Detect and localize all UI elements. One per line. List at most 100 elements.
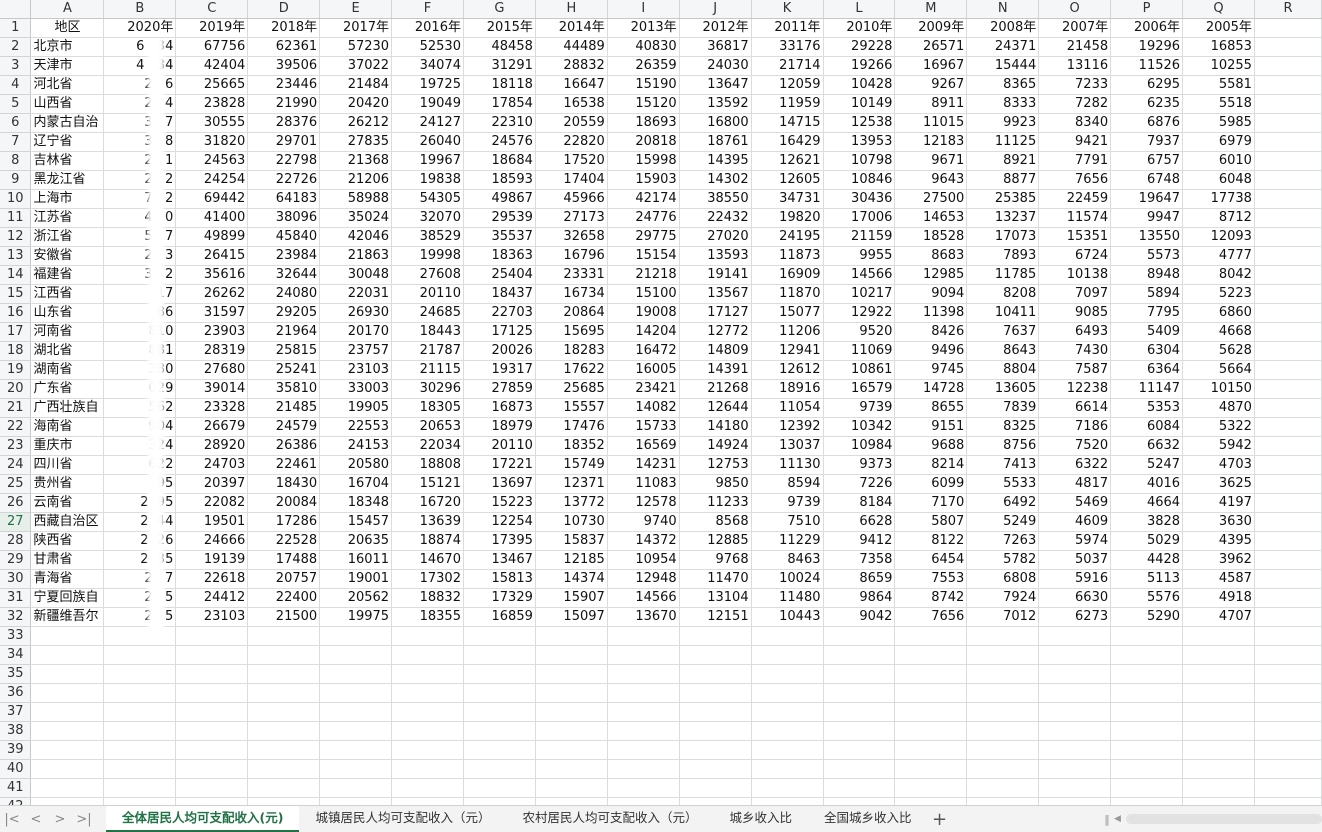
row-header[interactable]: 16 <box>0 303 32 323</box>
data-cell[interactable]: 4428 <box>1110 550 1184 570</box>
data-cell[interactable] <box>247 778 321 798</box>
data-cell[interactable]: 12885 <box>679 531 752 551</box>
data-cell[interactable] <box>1182 797 1255 805</box>
data-cell[interactable]: 22400 <box>247 588 321 608</box>
data-cell[interactable] <box>1254 740 1322 760</box>
data-cell[interactable]: 16579 <box>823 379 896 399</box>
data-cell[interactable] <box>679 759 752 779</box>
data-cell[interactable]: 23103 <box>319 360 393 380</box>
data-cell[interactable]: 6235 <box>1110 94 1184 114</box>
data-cell[interactable]: 5469 <box>1038 493 1112 513</box>
column-header-a[interactable]: A <box>30 0 105 19</box>
region-cell[interactable] <box>30 740 105 760</box>
data-cell[interactable]: 21964 <box>247 322 321 342</box>
data-cell[interactable]: 2006年 <box>1110 18 1184 38</box>
data-cell[interactable] <box>679 664 752 684</box>
data-cell[interactable]: 11480 <box>751 588 824 608</box>
data-cell[interactable]: 19820 <box>751 208 824 228</box>
data-cell[interactable]: 6979 <box>1182 132 1255 152</box>
data-cell[interactable] <box>1254 37 1322 57</box>
region-cell[interactable]: 天津市 <box>30 56 105 76</box>
data-cell[interactable]: 8655 <box>894 398 968 418</box>
data-cell[interactable]: 8643 <box>966 341 1040 361</box>
data-cell[interactable]: 17854 <box>463 94 536 114</box>
data-cell[interactable]: 22031 <box>319 284 393 304</box>
data-cell[interactable]: 16647 <box>535 75 608 95</box>
data-cell[interactable]: 13647 <box>679 75 752 95</box>
data-cell[interactable] <box>1038 797 1112 805</box>
data-cell[interactable]: 10255 <box>1182 56 1255 76</box>
data-cell[interactable]: 7795 <box>1110 303 1184 323</box>
data-cell[interactable]: 23103 <box>175 607 249 627</box>
row-header[interactable]: 4 <box>0 75 32 95</box>
data-cell[interactable] <box>319 740 393 760</box>
data-cell[interactable]: 20864 <box>535 303 608 323</box>
data-cell[interactable] <box>1110 759 1184 779</box>
data-cell[interactable]: 9955 <box>823 246 896 266</box>
data-cell[interactable]: 14391 <box>679 360 752 380</box>
data-cell[interactable]: 21368 <box>319 151 393 171</box>
row-header[interactable]: 12 <box>0 227 32 247</box>
data-cell[interactable]: 18593 <box>463 170 536 190</box>
data-cell[interactable]: 7839 <box>966 398 1040 418</box>
data-cell[interactable]: 5985 <box>1182 113 1255 133</box>
data-cell[interactable]: 30048 <box>319 265 393 285</box>
data-cell[interactable]: 15121 <box>391 474 464 494</box>
data-cell[interactable] <box>247 759 321 779</box>
data-cell[interactable]: 19139 <box>175 550 249 570</box>
data-cell[interactable] <box>1110 721 1184 741</box>
data-cell[interactable]: 24703 <box>175 455 249 475</box>
data-cell[interactable] <box>391 702 464 722</box>
data-cell[interactable]: 7656 <box>1038 170 1112 190</box>
data-cell[interactable] <box>966 645 1040 665</box>
data-cell[interactable]: 13605 <box>966 379 1040 399</box>
data-cell[interactable] <box>1254 778 1322 798</box>
data-cell[interactable]: 18443 <box>391 322 464 342</box>
data-cell[interactable]: 17404 <box>535 170 608 190</box>
data-cell[interactable]: 7233 <box>1038 75 1112 95</box>
data-cell[interactable]: 11526 <box>1110 56 1184 76</box>
scroll-splitter-icon[interactable]: ‖ <box>1100 813 1114 826</box>
data-cell[interactable] <box>319 683 393 703</box>
data-cell[interactable] <box>175 740 249 760</box>
data-cell[interactable]: 15903 <box>607 170 680 190</box>
data-cell[interactable]: 5894 <box>1110 284 1184 304</box>
data-cell[interactable]: 17476 <box>535 417 608 437</box>
data-cell[interactable] <box>823 664 896 684</box>
row-header[interactable]: 28 <box>0 531 32 551</box>
data-cell[interactable]: 5247 <box>1110 455 1184 475</box>
data-cell[interactable]: 20170 <box>319 322 393 342</box>
data-cell[interactable]: 34731 <box>751 189 824 209</box>
data-cell[interactable]: 27835 <box>319 132 393 152</box>
data-cell[interactable]: 5576 <box>1110 588 1184 608</box>
data-cell[interactable]: 37022 <box>319 56 393 76</box>
data-cell[interactable]: 11054 <box>751 398 824 418</box>
data-cell[interactable]: 8756 <box>966 436 1040 456</box>
data-cell[interactable]: 36817 <box>679 37 752 57</box>
data-cell[interactable]: 7012 <box>966 607 1040 627</box>
data-cell[interactable]: 14395 <box>679 151 752 171</box>
data-cell[interactable]: 7656 <box>894 607 968 627</box>
data-cell[interactable] <box>103 626 177 646</box>
data-cell[interactable] <box>463 721 536 741</box>
data-cell[interactable]: 14715 <box>751 113 824 133</box>
data-cell[interactable]: 21485 <box>247 398 321 418</box>
data-cell[interactable]: 23421 <box>607 379 680 399</box>
next-sheet-icon[interactable]: > <box>48 812 72 827</box>
data-cell[interactable]: 12538 <box>823 113 896 133</box>
row-header[interactable]: 35 <box>0 664 32 684</box>
data-cell[interactable]: 9094 <box>894 284 968 304</box>
data-cell[interactable]: 14728 <box>894 379 968 399</box>
data-cell[interactable] <box>966 797 1040 805</box>
data-cell[interactable] <box>1254 588 1322 608</box>
data-cell[interactable]: 29205 <box>247 303 321 323</box>
data-cell[interactable]: 21206 <box>319 170 393 190</box>
data-cell[interactable]: 20084 <box>247 493 321 513</box>
data-cell[interactable]: 5664 <box>1182 360 1255 380</box>
data-cell[interactable]: 8659 <box>823 569 896 589</box>
data-cell[interactable]: 5916 <box>1038 569 1112 589</box>
data-cell[interactable]: 44489 <box>535 37 608 57</box>
data-cell[interactable]: 20562 <box>319 588 393 608</box>
data-cell[interactable]: 69442 <box>175 189 249 209</box>
data-cell[interactable]: 4870 <box>1182 398 1255 418</box>
